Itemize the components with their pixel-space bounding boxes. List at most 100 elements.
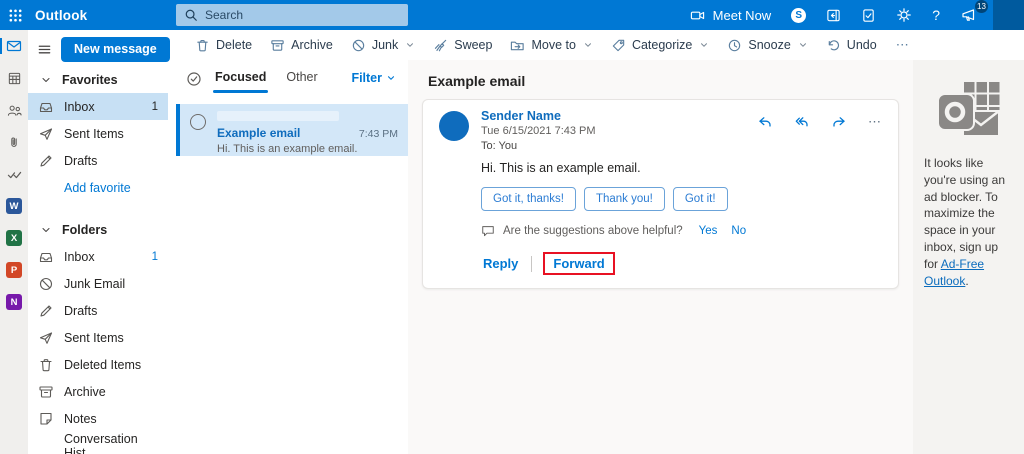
search-box[interactable] bbox=[176, 4, 408, 26]
categorize-button[interactable]: Categorize bbox=[602, 30, 718, 60]
rail-excel-button[interactable]: X bbox=[0, 222, 28, 254]
chevron-down-icon bbox=[40, 224, 52, 236]
message-list-header: Focused Other Filter bbox=[176, 60, 408, 98]
chevron-down-icon bbox=[798, 40, 808, 50]
tab-other[interactable]: Other bbox=[286, 70, 317, 93]
search-input[interactable] bbox=[205, 8, 400, 22]
rail-word-button[interactable]: W bbox=[0, 190, 28, 222]
rail-people-button[interactable] bbox=[0, 94, 28, 126]
filter-button[interactable]: Filter bbox=[351, 71, 396, 85]
junk-button[interactable]: Junk bbox=[342, 30, 424, 60]
forward-button[interactable]: Forward bbox=[553, 256, 604, 271]
undo-button[interactable]: Undo bbox=[817, 30, 886, 60]
folder-sidebar: New message Favorites Inbox 1 Sent Items… bbox=[28, 30, 176, 454]
top-header: Outlook Meet Now S bbox=[0, 0, 1024, 30]
settings-button[interactable] bbox=[886, 0, 922, 30]
delete-button[interactable]: Delete bbox=[186, 30, 261, 60]
chevron-down-icon bbox=[699, 40, 709, 50]
feedback-no-link[interactable]: No bbox=[731, 225, 746, 237]
todo-button[interactable] bbox=[851, 0, 886, 30]
rail-powerpoint-button[interactable]: P bbox=[0, 254, 28, 286]
sidebar-item-drafts-favorite[interactable]: Drafts bbox=[28, 147, 168, 174]
snooze-button[interactable]: Snooze bbox=[718, 30, 816, 60]
sidebar-item-notes[interactable]: Notes bbox=[28, 405, 168, 432]
reply-all-icon[interactable] bbox=[794, 114, 810, 130]
app-launcher-waffle-icon[interactable] bbox=[0, 0, 30, 30]
suggestions-feedback-row: Are the suggestions above helpful? Yes N… bbox=[481, 224, 882, 238]
sidebar-item-inbox-favorite[interactable]: Inbox 1 bbox=[28, 93, 168, 120]
favorites-section-header[interactable]: Favorites bbox=[28, 67, 176, 93]
sidebar-item-sent[interactable]: Sent Items bbox=[28, 324, 168, 351]
archive-icon bbox=[270, 38, 285, 53]
tag-icon bbox=[611, 38, 626, 53]
sidebar-item-drafts[interactable]: Drafts bbox=[28, 297, 168, 324]
skype-button[interactable]: S bbox=[781, 0, 816, 30]
to-value: You bbox=[499, 140, 518, 152]
sidebar-item-inbox[interactable]: Inbox 1 bbox=[28, 243, 168, 270]
forward-highlight-box: Forward bbox=[543, 252, 614, 275]
hamburger-menu-icon[interactable] bbox=[37, 42, 52, 57]
pencil-icon bbox=[38, 303, 54, 319]
ad-text-before: It looks like you're using an ad blocker… bbox=[924, 156, 1005, 271]
skype-icon: S bbox=[791, 8, 806, 23]
send-icon bbox=[38, 126, 54, 142]
toolbar-label: Junk bbox=[372, 38, 398, 52]
sidebar-item-junk[interactable]: Junk Email bbox=[28, 270, 168, 297]
to-label: To: bbox=[481, 140, 496, 152]
suggested-reply-button[interactable]: Got it, thanks! bbox=[481, 187, 576, 211]
people-icon bbox=[7, 103, 22, 118]
rail-tasks-button[interactable] bbox=[0, 158, 28, 190]
sidebar-item-archive[interactable]: Archive bbox=[28, 378, 168, 405]
command-toolbar: Delete Archive Junk Sweep Move to bbox=[176, 30, 1024, 60]
move-to-button[interactable]: Move to bbox=[501, 30, 601, 60]
mail-list-item[interactable]: Example email 7:43 PM Hi. This is an exa… bbox=[176, 104, 408, 156]
toolbar-label: Snooze bbox=[748, 38, 790, 52]
content-row: Focused Other Filter Example email bbox=[176, 60, 1024, 454]
sender-avatar[interactable] bbox=[439, 111, 469, 141]
sidebar-item-sent-favorite[interactable]: Sent Items bbox=[28, 120, 168, 147]
new-message-button[interactable]: New message bbox=[61, 37, 170, 62]
side-panel-button[interactable] bbox=[816, 0, 851, 30]
suggested-reply-button[interactable]: Thank you! bbox=[584, 187, 665, 211]
archive-button[interactable]: Archive bbox=[261, 30, 342, 60]
app-title: Outlook bbox=[35, 8, 87, 23]
settings-gear-icon bbox=[896, 7, 912, 23]
sidebar-item-label: Sent Items bbox=[64, 127, 124, 141]
rail-onenote-button[interactable]: N bbox=[0, 286, 28, 318]
sidebar-item-deleted[interactable]: Deleted Items bbox=[28, 351, 168, 378]
rail-attachments-button[interactable] bbox=[0, 126, 28, 158]
add-favorite-link[interactable]: Add favorite bbox=[28, 174, 168, 201]
select-message-radio[interactable] bbox=[190, 114, 206, 130]
sweep-button[interactable]: Sweep bbox=[424, 30, 501, 60]
block-icon bbox=[38, 276, 54, 292]
reply-button[interactable]: Reply bbox=[481, 252, 520, 275]
account-button[interactable] bbox=[993, 0, 1024, 30]
calendar-icon bbox=[7, 71, 22, 86]
feedback-yes-link[interactable]: Yes bbox=[699, 225, 718, 237]
forward-icon[interactable] bbox=[831, 114, 847, 130]
message-more-button[interactable]: ⋯ bbox=[868, 114, 882, 130]
sender-name[interactable]: Sender Name bbox=[481, 109, 757, 123]
suggested-replies: Got it, thanks! Thank you! Got it! bbox=[481, 187, 882, 211]
reply-icon[interactable] bbox=[757, 114, 773, 130]
tab-focused[interactable]: Focused bbox=[215, 70, 266, 93]
ad-text-after: . bbox=[965, 274, 968, 288]
rail-mail-button[interactable] bbox=[0, 30, 28, 62]
reply-forward-row: Reply Forward bbox=[481, 252, 882, 275]
toolbar-more-button[interactable]: ⋯ bbox=[886, 37, 920, 53]
select-all-icon[interactable] bbox=[186, 71, 202, 87]
sidebar-item-conversation-history[interactable]: Conversation Hist... bbox=[28, 432, 168, 454]
sidebar-item-label: Drafts bbox=[64, 154, 97, 168]
note-icon bbox=[38, 411, 54, 427]
folder-move-icon bbox=[510, 38, 525, 53]
help-button[interactable]: ? bbox=[922, 0, 950, 30]
rail-calendar-button[interactable] bbox=[0, 62, 28, 94]
unread-count: 1 bbox=[152, 101, 158, 113]
folders-section-header[interactable]: Folders bbox=[28, 217, 176, 243]
meet-now-button[interactable]: Meet Now bbox=[679, 0, 782, 30]
message-list: Focused Other Filter Example email bbox=[176, 60, 408, 454]
favorites-label: Favorites bbox=[62, 73, 118, 87]
mail-preview: Hi. This is an example email. bbox=[217, 143, 398, 155]
suggested-reply-button[interactable]: Got it! bbox=[673, 187, 728, 211]
feedback-button[interactable]: 13 bbox=[950, 0, 987, 30]
